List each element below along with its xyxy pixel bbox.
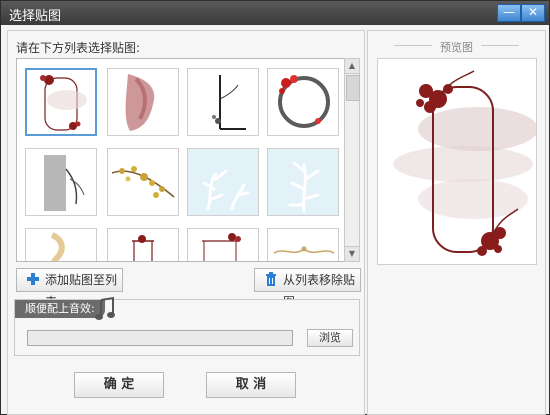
thumbnail-scroll-frame-red-flowers[interactable] — [25, 68, 97, 136]
window-title: 选择贴图 — [9, 9, 62, 24]
preview-image — [377, 58, 537, 265]
thumbnail-red-frame-columns[interactable] — [107, 228, 179, 261]
music-note-icon — [95, 296, 115, 320]
divider — [481, 45, 519, 46]
thumbnail-red-frame-ornate[interactable] — [187, 228, 259, 261]
thumbnail-golden-plum-branch[interactable] — [107, 148, 179, 216]
thumbnail-white-coral-light-blue-2[interactable] — [267, 148, 339, 216]
thumbnail-ink-plant-branch[interactable] — [187, 68, 259, 136]
dialog-window: 选择贴图 — ✕ 请在下方列表选择贴图: ▲ ▼ 添加贴图至列 从列表移除贴 顺… — [0, 0, 550, 415]
list-scrollbar[interactable]: ▲ ▼ — [344, 58, 360, 262]
texture-list[interactable] — [16, 58, 355, 262]
sound-effect-section: 顺便配上音效: 浏览 — [14, 296, 360, 356]
add-texture-button[interactable]: 添加贴图至列表 — [16, 268, 123, 309]
preview-title: 预览图 — [440, 41, 473, 54]
thumbnail-grey-ink-orchid[interactable] — [25, 148, 97, 216]
browse-button[interactable]: 浏览 — [307, 329, 353, 347]
thumbnail-white-coral-light-blue[interactable] — [187, 148, 259, 216]
thumbnail-ink-circle-plum[interactable] — [267, 68, 339, 136]
thumbnail-red-ink-wash[interactable] — [107, 68, 179, 136]
trash-icon — [266, 272, 276, 286]
remove-texture-button[interactable]: 从列表移除贴图 — [254, 268, 361, 309]
preview-panel: 预览图 — [367, 30, 546, 415]
thumbnail-gold-brush-strokes[interactable] — [25, 228, 97, 261]
ok-button[interactable]: 确 定 — [74, 372, 164, 398]
scroll-down-arrow-icon[interactable]: ▼ — [345, 246, 359, 261]
texture-list-panel: 请在下方列表选择贴图: ▲ ▼ 添加贴图至列 从列表移除贴 顺便配上音效: 浏览… — [7, 30, 365, 415]
sound-effect-label: 顺便配上音效: — [15, 300, 105, 318]
minimize-button[interactable]: — — [497, 4, 521, 22]
list-prompt: 请在下方列表选择贴图: — [16, 41, 141, 55]
title-bar[interactable]: 选择贴图 — ✕ — [1, 1, 549, 25]
thumbnail-gold-ornament-border[interactable] — [267, 228, 339, 261]
scroll-thumb[interactable] — [346, 75, 360, 101]
plus-icon — [27, 273, 39, 285]
sound-file-path-input[interactable] — [27, 330, 293, 346]
close-button[interactable]: ✕ — [521, 4, 545, 22]
cancel-button[interactable]: 取 消 — [206, 372, 296, 398]
scroll-up-arrow-icon[interactable]: ▲ — [345, 59, 359, 74]
